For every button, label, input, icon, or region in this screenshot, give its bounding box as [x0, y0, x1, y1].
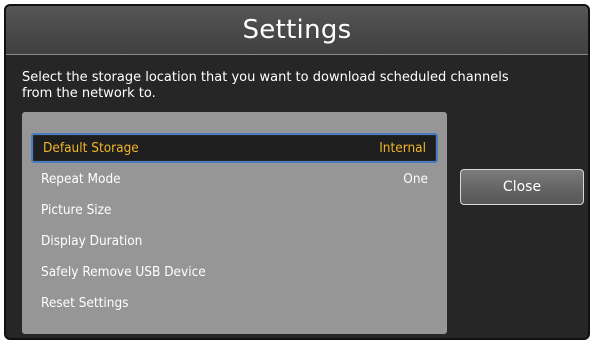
title-bar: Settings — [6, 6, 588, 55]
menu-item-display-duration[interactable]: Display Duration — [31, 226, 438, 256]
description-line-1: Select the storage location that you wan… — [22, 70, 509, 85]
menu-item-label: Default Storage — [43, 140, 139, 156]
settings-dialog: Settings Select the storage location tha… — [4, 4, 590, 340]
menu-item-reset-settings[interactable]: Reset Settings — [31, 288, 438, 318]
menu-item-label: Reset Settings — [41, 295, 129, 311]
menu-item-repeat-mode[interactable]: Repeat Mode One — [31, 164, 438, 194]
dialog-title: Settings — [242, 15, 352, 45]
menu-item-value: One — [403, 171, 428, 187]
menu-item-label: Repeat Mode — [41, 171, 121, 187]
menu-item-safely-remove-usb[interactable]: Safely Remove USB Device — [31, 257, 438, 287]
settings-menu: Default Storage Internal Repeat Mode One… — [22, 112, 447, 334]
menu-item-picture-size[interactable]: Picture Size — [31, 195, 438, 225]
close-button[interactable]: Close — [460, 169, 584, 205]
menu-item-label: Picture Size — [41, 202, 112, 218]
description-line-2: from the network to. — [22, 86, 156, 101]
menu-item-value: Internal — [379, 140, 426, 156]
description-text: Select the storage location that you wan… — [22, 70, 542, 102]
menu-item-label: Safely Remove USB Device — [41, 264, 206, 280]
menu-item-default-storage[interactable]: Default Storage Internal — [31, 133, 438, 163]
menu-item-label: Display Duration — [41, 233, 143, 249]
